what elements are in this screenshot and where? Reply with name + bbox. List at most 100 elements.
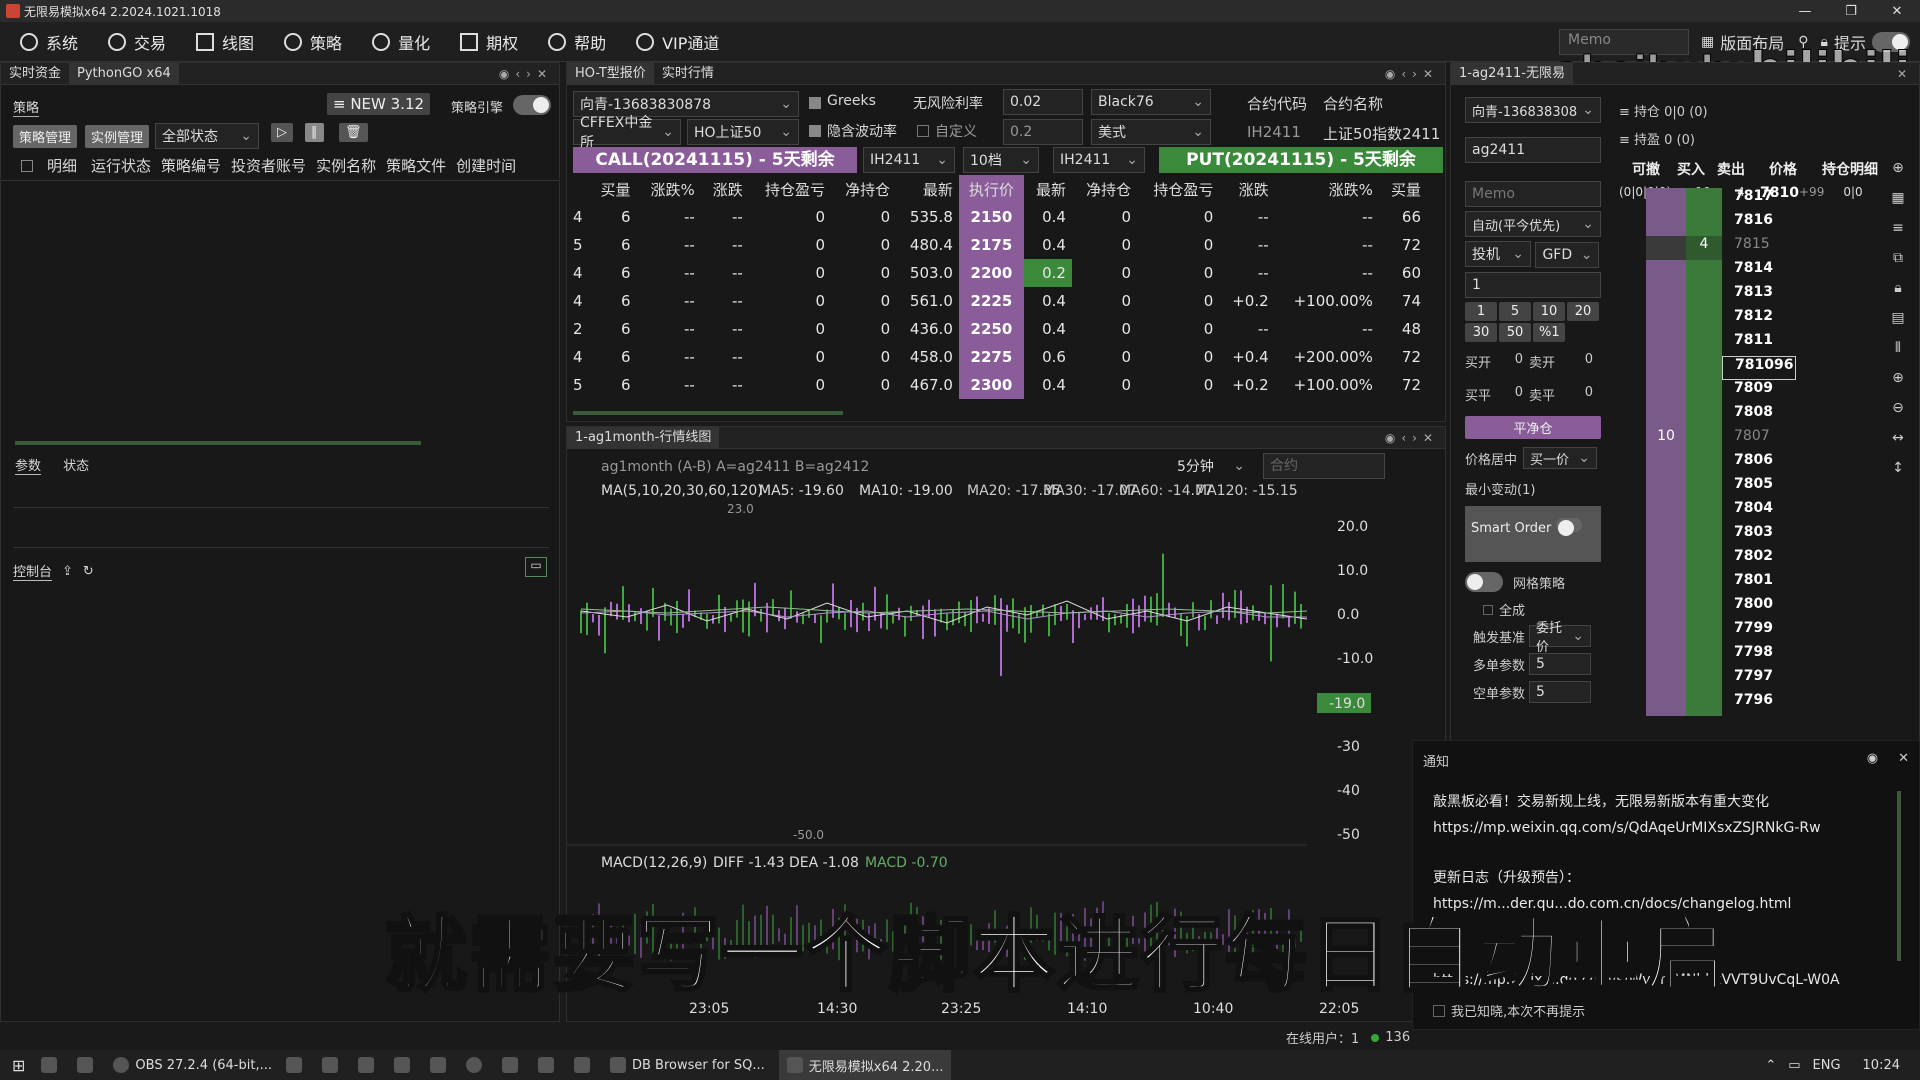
help-icon[interactable]: ◉ (1867, 751, 1878, 766)
call-contract-select[interactable]: IH2411 (863, 147, 955, 173)
qty-5-button[interactable]: 5 (1499, 302, 1531, 321)
ladder-row[interactable]: 7805 (1582, 476, 1822, 500)
sell-cell[interactable] (1686, 380, 1722, 404)
new-version-badge[interactable]: ≡ NEW 3.12 (327, 93, 431, 115)
depth-select[interactable]: 10档 (963, 147, 1039, 173)
ladder-row[interactable]: 4 7815 (1582, 236, 1822, 260)
cancel-cell[interactable] (1582, 380, 1646, 404)
cancel-cell[interactable] (1582, 332, 1646, 356)
ladder-row[interactable]: 7796 (1582, 692, 1822, 716)
taskbar-app[interactable] (394, 1057, 416, 1073)
sell-cell[interactable] (1686, 308, 1722, 332)
tab-status[interactable]: 状态 (63, 459, 89, 474)
buy-cell[interactable] (1646, 236, 1686, 260)
price-cell[interactable]: 7805 (1722, 476, 1796, 500)
buy-cell[interactable] (1646, 404, 1686, 428)
table-row[interactable]: 5 6 -- -- 0 0 467.0 2300 0.4 0 0 +0.2 +100.00% 72 (567, 371, 1427, 399)
col-instance-name[interactable]: 实例名称 (316, 155, 376, 176)
price-cell[interactable]: 7809 (1722, 380, 1796, 404)
tab-chart[interactable]: 1-ag1month-行情线图 (567, 426, 720, 449)
price-cell[interactable]: 7797 (1722, 668, 1796, 692)
period-select[interactable]: 5分钟 (1171, 453, 1251, 479)
zoom-out-icon[interactable]: ⊖ (1892, 400, 1904, 416)
sell-cell[interactable]: 4 (1686, 236, 1722, 260)
ladder-row[interactable]: 7799 (1582, 620, 1822, 644)
buy-cell[interactable] (1646, 596, 1686, 620)
status-filter-select[interactable]: 全部状态 (155, 123, 259, 149)
tab-pythongo[interactable]: PythonGO x64 (69, 62, 179, 85)
cancel-cell[interactable] (1582, 476, 1646, 500)
price-cell[interactable]: 7816 (1722, 212, 1796, 236)
buy-cell[interactable]: 10 (1646, 428, 1686, 452)
sell-cell[interactable] (1686, 692, 1722, 716)
sell-cell[interactable] (1686, 188, 1722, 212)
cancel-cell[interactable] (1582, 524, 1646, 548)
engine-toggle[interactable] (513, 95, 551, 115)
qty-1-button[interactable]: 1 (1465, 302, 1497, 321)
qty-30-button[interactable]: 30 (1465, 323, 1497, 342)
price-cell[interactable]: 781096 (1722, 356, 1796, 380)
cancel-cell[interactable] (1582, 284, 1646, 308)
price-cell[interactable]: 7803 (1722, 524, 1796, 548)
taskbar-app[interactable] (322, 1057, 344, 1073)
buy-cell[interactable] (1646, 284, 1686, 308)
cancel-cell[interactable] (1582, 572, 1646, 596)
cancel-cell[interactable] (1582, 236, 1646, 260)
panel-controls[interactable]: ◉‹›✕ (499, 67, 553, 81)
buy-cell[interactable] (1646, 476, 1686, 500)
buy-cell[interactable] (1646, 692, 1686, 716)
sell-cell[interactable] (1686, 428, 1722, 452)
copy-icon[interactable]: ⧉ (1893, 250, 1903, 266)
cancel-cell[interactable] (1582, 620, 1646, 644)
taskbar-app[interactable] (538, 1057, 560, 1073)
menu-chart[interactable]: 线图 (196, 30, 254, 54)
ladder-row[interactable]: 7801 (1582, 572, 1822, 596)
language-indicator[interactable]: ENG (1813, 1058, 1841, 1073)
sell-cell[interactable] (1686, 356, 1722, 380)
col-investor[interactable]: 投资者账号 (231, 155, 306, 176)
buy-cell[interactable] (1646, 500, 1686, 524)
ladder-row[interactable]: 7798 (1582, 644, 1822, 668)
panel-controls[interactable]: ◉‹›✕ (1385, 67, 1439, 81)
table-row[interactable]: 5 6 -- -- 0 0 480.4 2175 0.4 0 0 -- -- 72 (567, 231, 1427, 259)
sell-cell[interactable] (1686, 476, 1722, 500)
instance-manage-button[interactable]: 实例管理 (85, 125, 150, 148)
ladder-row[interactable]: 7817 (1582, 188, 1822, 212)
price-cell[interactable]: 7808 (1722, 404, 1796, 428)
table-row[interactable]: 2 6 -- -- 0 0 436.0 2250 0.4 0 0 -- -- 48 (567, 315, 1427, 343)
buy-cell[interactable] (1646, 308, 1686, 332)
export-icon[interactable]: ⇪ (62, 564, 73, 579)
spec-select[interactable]: 投机 (1465, 241, 1531, 267)
expand-h-icon[interactable]: ↔ (1892, 430, 1904, 446)
sell-cell[interactable] (1686, 572, 1722, 596)
tab-params[interactable]: 参数 (15, 459, 42, 475)
buy-cell[interactable] (1646, 572, 1686, 596)
fill-checkbox[interactable] (1483, 605, 1493, 615)
cancel-cell[interactable] (1582, 596, 1646, 620)
cancel-cell[interactable] (1582, 356, 1646, 380)
sell-cell[interactable] (1686, 404, 1722, 428)
buy-cell[interactable] (1646, 188, 1686, 212)
col-create-time[interactable]: 创建时间 (456, 155, 516, 176)
chevron-up-icon[interactable]: ⌃ (1765, 1058, 1776, 1073)
style-select[interactable]: 美式 (1091, 119, 1211, 145)
table-row[interactable]: 4 6 -- -- 0 0 561.0 2225 0.4 0 0 +0.2 +100.00% 74 (567, 287, 1427, 315)
exchange-select[interactable]: CFFEX中金所 (573, 115, 681, 151)
cancel-cell[interactable] (1582, 260, 1646, 284)
notice-link[interactable]: https://mp.weixin.qq.com/s/QdAqeUrMIXsxZ… (1433, 815, 1899, 841)
ladder-row[interactable]: 7797 (1582, 668, 1822, 692)
sell-cell[interactable] (1686, 548, 1722, 572)
price-cell[interactable]: 7798 (1722, 644, 1796, 668)
expand-v-icon[interactable]: ↕ (1892, 460, 1904, 476)
buy-cell[interactable] (1646, 668, 1686, 692)
price-cell[interactable]: 7806 (1722, 452, 1796, 476)
play-button[interactable]: ▷ (271, 123, 293, 142)
cancel-cell[interactable] (1582, 404, 1646, 428)
minimize-icon[interactable]: — (1782, 4, 1828, 19)
buy-cell[interactable] (1646, 548, 1686, 572)
ladder-row[interactable]: 7803 (1582, 524, 1822, 548)
menu-help[interactable]: 帮助 (548, 30, 606, 54)
smart-order-toggle[interactable] (1555, 518, 1582, 536)
taskbar-app[interactable] (358, 1057, 380, 1073)
close-mode-select[interactable]: 自动(平今优先) (1465, 211, 1601, 237)
